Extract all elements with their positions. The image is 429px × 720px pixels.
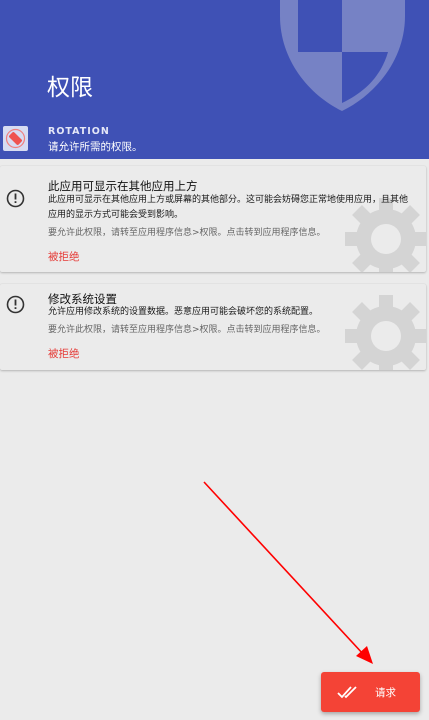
app-description: 请允许所需的权限。 bbox=[48, 141, 143, 153]
gear-icon bbox=[345, 295, 426, 370]
permission-status: 被拒绝 bbox=[48, 251, 80, 263]
alert-circle-icon bbox=[6, 295, 25, 314]
permission-status: 被拒绝 bbox=[48, 348, 80, 360]
permission-description: 允许应用修改系统的设置数据。恶意应用可能会破坏您的系统配置。 bbox=[48, 307, 319, 317]
rotation-app-icon bbox=[3, 126, 28, 151]
app-header: 权限 ROTATION 请允许所需的权限。 bbox=[0, 0, 429, 159]
permission-card-system-settings[interactable]: 修改系统设置 允许应用修改系统的设置数据。恶意应用可能会破坏您的系统配置。 要允… bbox=[0, 284, 426, 370]
page-title: 权限 bbox=[47, 75, 93, 101]
permission-hint: 要允许此权限，请转至应用程序信息>权限。点击转到应用程序信息。 bbox=[48, 325, 326, 335]
shield-icon bbox=[280, 0, 405, 111]
permission-hint: 要允许此权限，请转至应用程序信息>权限。点击转到应用程序信息。 bbox=[48, 228, 326, 238]
double-check-icon bbox=[337, 686, 357, 699]
request-button-label: 请求 bbox=[375, 687, 396, 699]
app-name: ROTATION bbox=[48, 126, 110, 137]
alert-circle-icon bbox=[6, 189, 25, 208]
permission-card-overlay[interactable]: 此应用可显示在其他应用上方 此应用可显示在其他应用上方或屏幕的其他部分。这可能会… bbox=[0, 166, 426, 272]
permission-description: 此应用可显示在其他应用上方或屏幕的其他部分。这可能会妨碍您正常地使用应用，且其他… bbox=[48, 195, 409, 220]
request-button[interactable]: 请求 bbox=[321, 672, 420, 712]
permission-title: 此应用可显示在其他应用上方 bbox=[48, 179, 198, 193]
